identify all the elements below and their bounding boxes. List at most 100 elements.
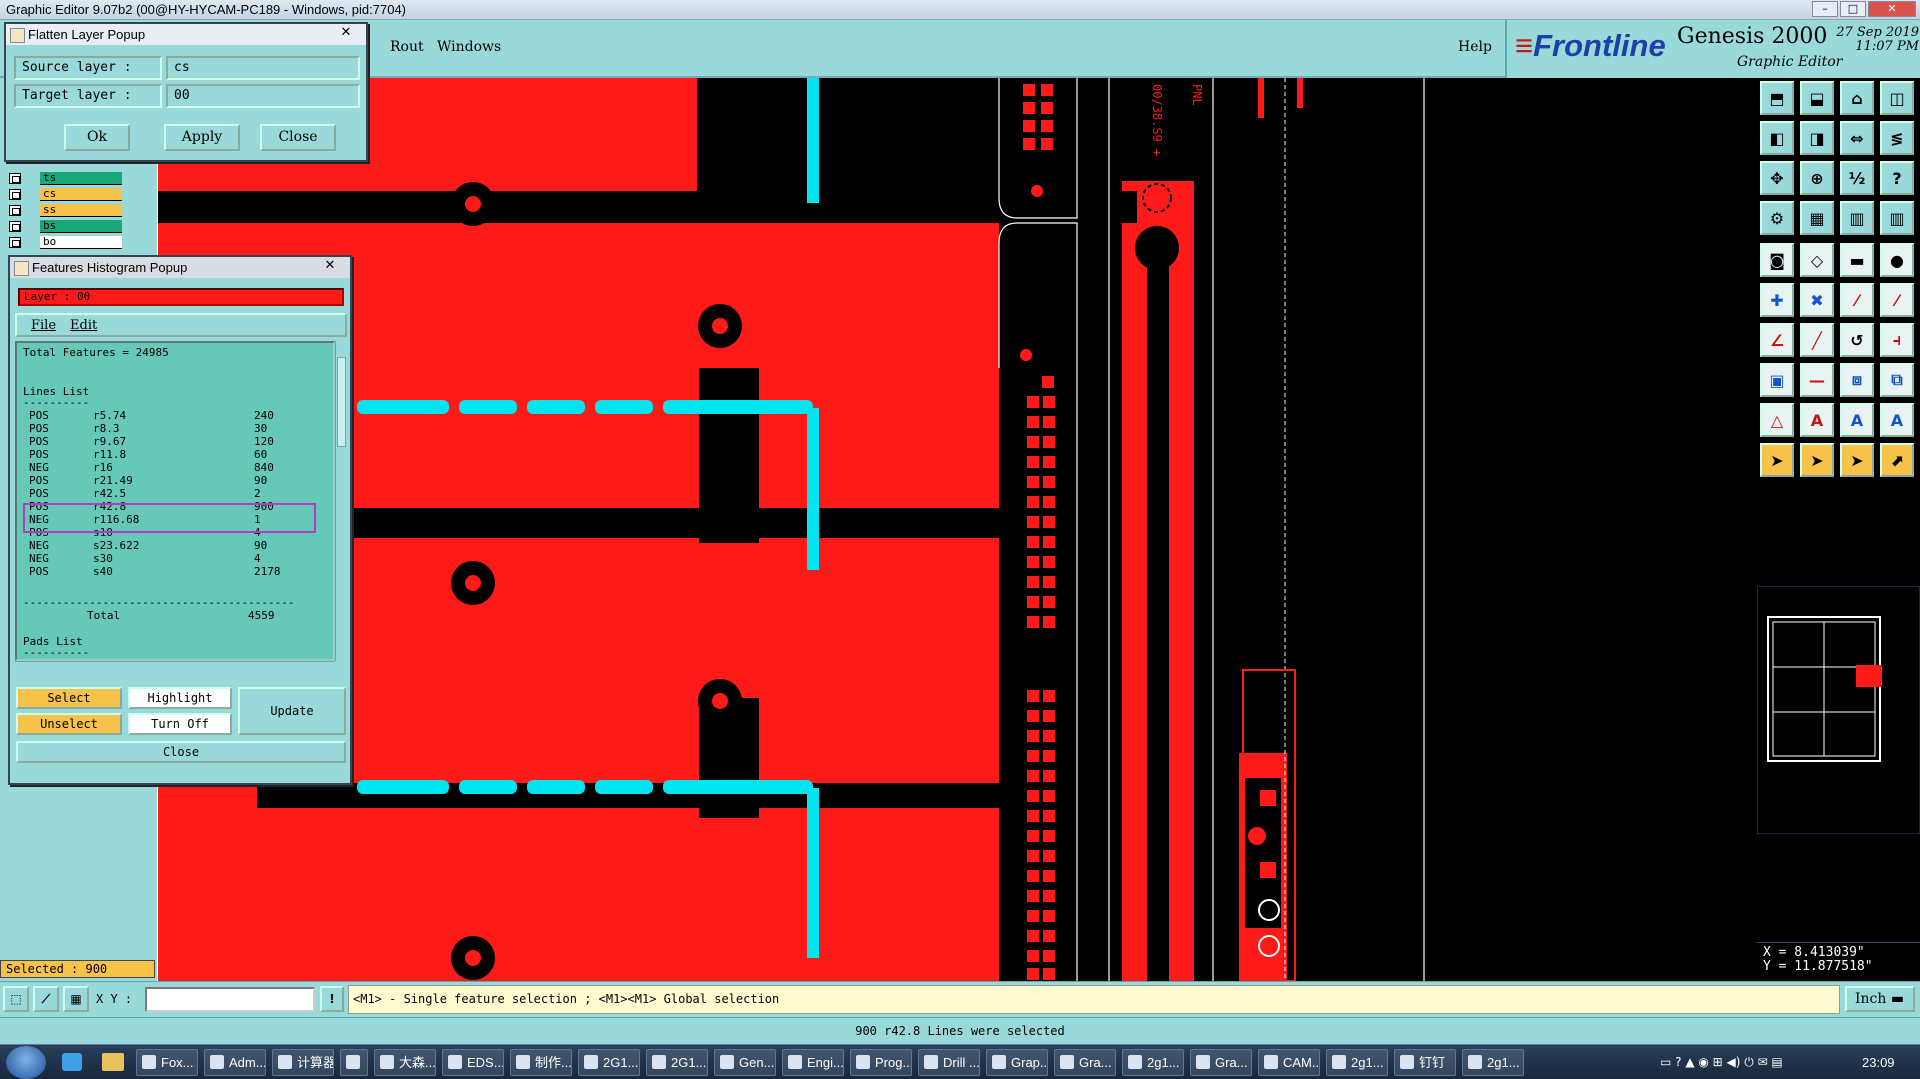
add-surface-icon[interactable]: ◇ (1800, 243, 1834, 277)
dash-icon[interactable]: — (1800, 363, 1834, 397)
maximize-button[interactable]: □ (1840, 1, 1866, 17)
highlight-button[interactable]: Highlight (128, 687, 232, 709)
pcb-drawing[interactable]: 00/38.S9 + PNL (157, 78, 1757, 981)
close-icon[interactable]: ✕ (316, 258, 344, 275)
triangle-icon[interactable]: △ (1760, 403, 1794, 437)
taskbar-item[interactable]: 2g1... (1462, 1049, 1524, 1076)
histogram-row[interactable]: POS r42.5 2 (29, 487, 269, 500)
layer-name[interactable]: bo (40, 236, 122, 249)
query-icon[interactable]: ? (1880, 161, 1914, 195)
add-pad-icon[interactable]: ◙ (1760, 243, 1794, 277)
update-button[interactable]: Update (238, 687, 346, 735)
center-icon[interactable]: ⊕ (1800, 161, 1834, 195)
histogram-row[interactable]: POS r8.3 30 (29, 422, 269, 435)
taskbar-item[interactable]: Gra... (1190, 1049, 1252, 1076)
taskbar-item[interactable]: Adm... (204, 1049, 266, 1076)
layer-row[interactable]: bs (0, 220, 135, 233)
connect-icon[interactable]: ⁄ (1880, 283, 1914, 317)
grid-toggle-icon[interactable]: ▦ (63, 986, 89, 1012)
scroll-thumb[interactable] (337, 357, 346, 447)
taskbar-item[interactable]: Gra... (1054, 1049, 1116, 1076)
measure-icon[interactable]: ⬈ (1880, 443, 1914, 477)
histogram-row[interactable]: POS r5.74 240 (29, 409, 274, 422)
target-layer-field[interactable]: 00 (166, 84, 360, 108)
close-icon[interactable]: ✕ (332, 25, 360, 42)
arc-icon[interactable]: ↺ (1840, 323, 1874, 357)
angle-b-icon[interactable]: A (1840, 403, 1874, 437)
histogram-row[interactable]: NEG s30 4 (29, 552, 269, 565)
close-window-button[interactable]: ✕ (1868, 1, 1916, 17)
units-select[interactable]: Inch ▬ (1845, 986, 1915, 1012)
home-icon[interactable]: ⌂ (1840, 81, 1874, 115)
snap-toggle-icon[interactable]: ⟋ (33, 986, 59, 1012)
taskbar-item[interactable]: 2G1... (578, 1049, 640, 1076)
graphic-canvas[interactable]: 00/38.S9 + PNL (157, 78, 1757, 981)
snap-icon[interactable]: ⚙ (1760, 201, 1794, 235)
source-layer-field[interactable]: cs (166, 56, 360, 80)
angle-a-icon[interactable]: A (1800, 403, 1834, 437)
horizontal-scrollbar[interactable] (15, 661, 335, 671)
select-cursor-icon[interactable]: ➤ (1760, 443, 1794, 477)
overview-map[interactable] (1757, 586, 1920, 834)
histogram-row[interactable]: NEG r16 840 (29, 461, 274, 474)
slash-icon[interactable]: ╱ (1800, 323, 1834, 357)
resize-icon[interactable]: ⧈ (1840, 363, 1874, 397)
taskbar-item[interactable]: Prog... (850, 1049, 912, 1076)
taskbar-item[interactable]: 计算器 (272, 1049, 334, 1076)
open-job-icon[interactable]: ⬒ (1760, 81, 1794, 115)
layer-checkbox[interactable] (9, 221, 21, 232)
line-icon[interactable]: ∠ (1760, 323, 1794, 357)
zoom-right-icon[interactable]: ◨ (1800, 121, 1834, 155)
layer-checkbox[interactable] (9, 173, 21, 184)
zoom-box-icon[interactable]: ⬚ (3, 986, 29, 1012)
group-icon[interactable]: ⧉ (1880, 363, 1914, 397)
move-icon[interactable]: ✚ (1760, 283, 1794, 317)
layer-name[interactable]: ss (40, 204, 122, 217)
layer-checkbox[interactable] (9, 189, 21, 200)
window-icon[interactable]: ◫ (1880, 81, 1914, 115)
layer-name[interactable]: ts (40, 172, 122, 185)
edit-pad-icon[interactable]: ▣ (1760, 363, 1794, 397)
taskbar-item[interactable]: 钉钉 (1394, 1049, 1456, 1076)
pointer-icon[interactable]: ➤ (1800, 443, 1834, 477)
apply-button[interactable]: Apply (164, 124, 240, 151)
menu-windows[interactable]: Windows (437, 39, 501, 55)
turn-off-button[interactable]: Turn Off (128, 713, 232, 735)
tray-icons[interactable]: ▭ ? ▲ ◉ ⊞ ◀) ⏻ ✉ ▤ (1660, 1055, 1840, 1071)
layer-name[interactable]: bs (40, 220, 122, 233)
ok-button[interactable]: Ok (64, 124, 130, 151)
info-icon[interactable]: ! (320, 986, 344, 1012)
trim-icon[interactable]: ⫞ (1880, 323, 1914, 357)
save-icon[interactable]: ⬓ (1800, 81, 1834, 115)
layer-row[interactable]: ss (0, 204, 135, 217)
taskbar-item[interactable]: Grap... (986, 1049, 1048, 1076)
taskbar-item[interactable]: Gen... (714, 1049, 776, 1076)
menu-help[interactable]: Help (1458, 39, 1492, 55)
taskbar-item[interactable]: Engi... (782, 1049, 844, 1076)
xy-input[interactable] (145, 987, 315, 1012)
histogram-row[interactable]: NEG s23.622 90 (29, 539, 269, 552)
histogram-list[interactable]: Total Features = 24985 Lines List ------… (15, 341, 335, 661)
grid-icon[interactable]: ▦ (1800, 201, 1834, 235)
zoom-left-icon[interactable]: ◧ (1760, 121, 1794, 155)
taskbar-item[interactable]: Fox... (136, 1049, 198, 1076)
layers-icon[interactable]: ▥ (1840, 201, 1874, 235)
copy-icon[interactable]: ⁄ (1840, 283, 1874, 317)
redraw-icon[interactable]: ≶ (1880, 121, 1914, 155)
histogram-row[interactable]: POS s40 2178 (29, 565, 281, 578)
minimize-button[interactable]: – (1812, 1, 1838, 17)
layer-name[interactable]: cs (40, 188, 122, 201)
taskbar-item[interactable]: 2g1... (1326, 1049, 1388, 1076)
unselect-button[interactable]: Unselect (16, 713, 122, 735)
start-button[interactable] (6, 1046, 46, 1079)
taskbar-item[interactable]: Drill ... (918, 1049, 980, 1076)
histogram-close-button[interactable]: Close (16, 741, 346, 763)
menu-edit[interactable]: Edit (70, 318, 97, 333)
taskbar-item[interactable]: EDS... (442, 1049, 504, 1076)
angle-c-icon[interactable]: A (1880, 403, 1914, 437)
circle-icon[interactable]: ● (1880, 243, 1914, 277)
close-button[interactable]: Close (260, 124, 336, 151)
ie-icon[interactable] (62, 1053, 82, 1071)
fit-icon[interactable]: ✥ (1760, 161, 1794, 195)
taskbar-item[interactable]: 2g1... (1122, 1049, 1184, 1076)
